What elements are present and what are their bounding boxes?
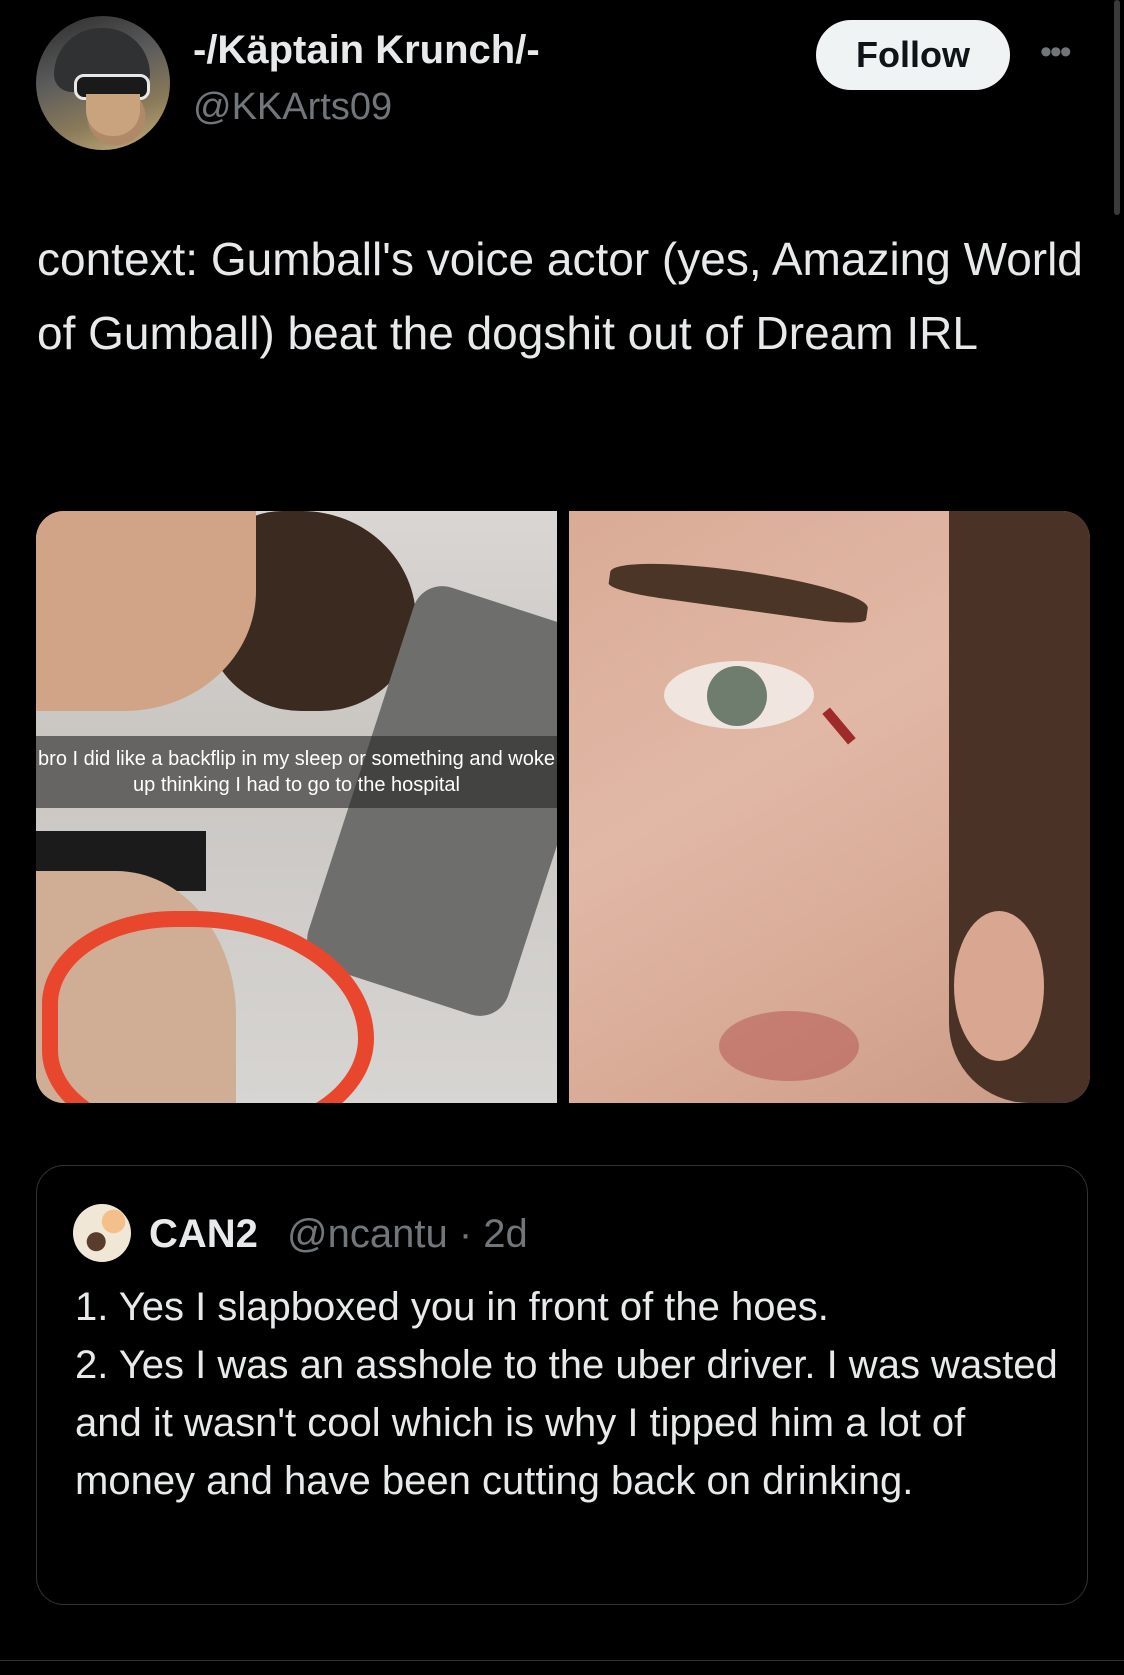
media-photo-right[interactable] (569, 511, 1090, 1103)
quoted-display-name: CAN2 (149, 1212, 258, 1256)
tweet-text: context: Gumball's voice actor (yes, Ama… (37, 233, 1083, 359)
quoted-line-1: 1. Yes I slapboxed you in front of the h… (75, 1285, 829, 1329)
divider (0, 1660, 1124, 1661)
photo-ear (954, 911, 1044, 1061)
quoted-line-2: 2. Yes I was an asshole to the uber driv… (75, 1343, 1058, 1503)
photo-cut (822, 707, 856, 745)
photo-skin (36, 511, 256, 711)
media-caption: bro I did like a backflip in my sleep or… (36, 736, 557, 808)
more-horizontal-icon[interactable]: ••• (1040, 35, 1086, 69)
media-caption-text: bro I did like a backflip in my sleep or… (38, 748, 555, 796)
avatar-face (86, 94, 140, 136)
tweet-media[interactable]: bro I did like a backflip in my sleep or… (36, 511, 1090, 1103)
quoted-tweet[interactable]: CAN2 @ncantu · 2d 1. Yes I slapboxed you… (36, 1165, 1088, 1605)
author-avatar[interactable] (36, 16, 170, 150)
photo-scrape (719, 1011, 859, 1081)
follow-button[interactable]: Follow (816, 20, 1010, 90)
photo-eyebrow (607, 553, 871, 627)
author-handle[interactable]: @KKArts09 (193, 86, 392, 129)
quoted-handle-and-time: @ncantu · 2d (287, 1212, 528, 1256)
photo-iris (707, 666, 767, 726)
quoted-avatar[interactable] (73, 1204, 131, 1262)
author-display-name[interactable]: -/Käptain Krunch/- (193, 28, 540, 73)
media-photo-left[interactable]: bro I did like a backflip in my sleep or… (36, 511, 557, 1103)
quoted-text: 1. Yes I slapboxed you in front of the h… (75, 1278, 1065, 1510)
scrollbar[interactable] (1114, 0, 1120, 215)
